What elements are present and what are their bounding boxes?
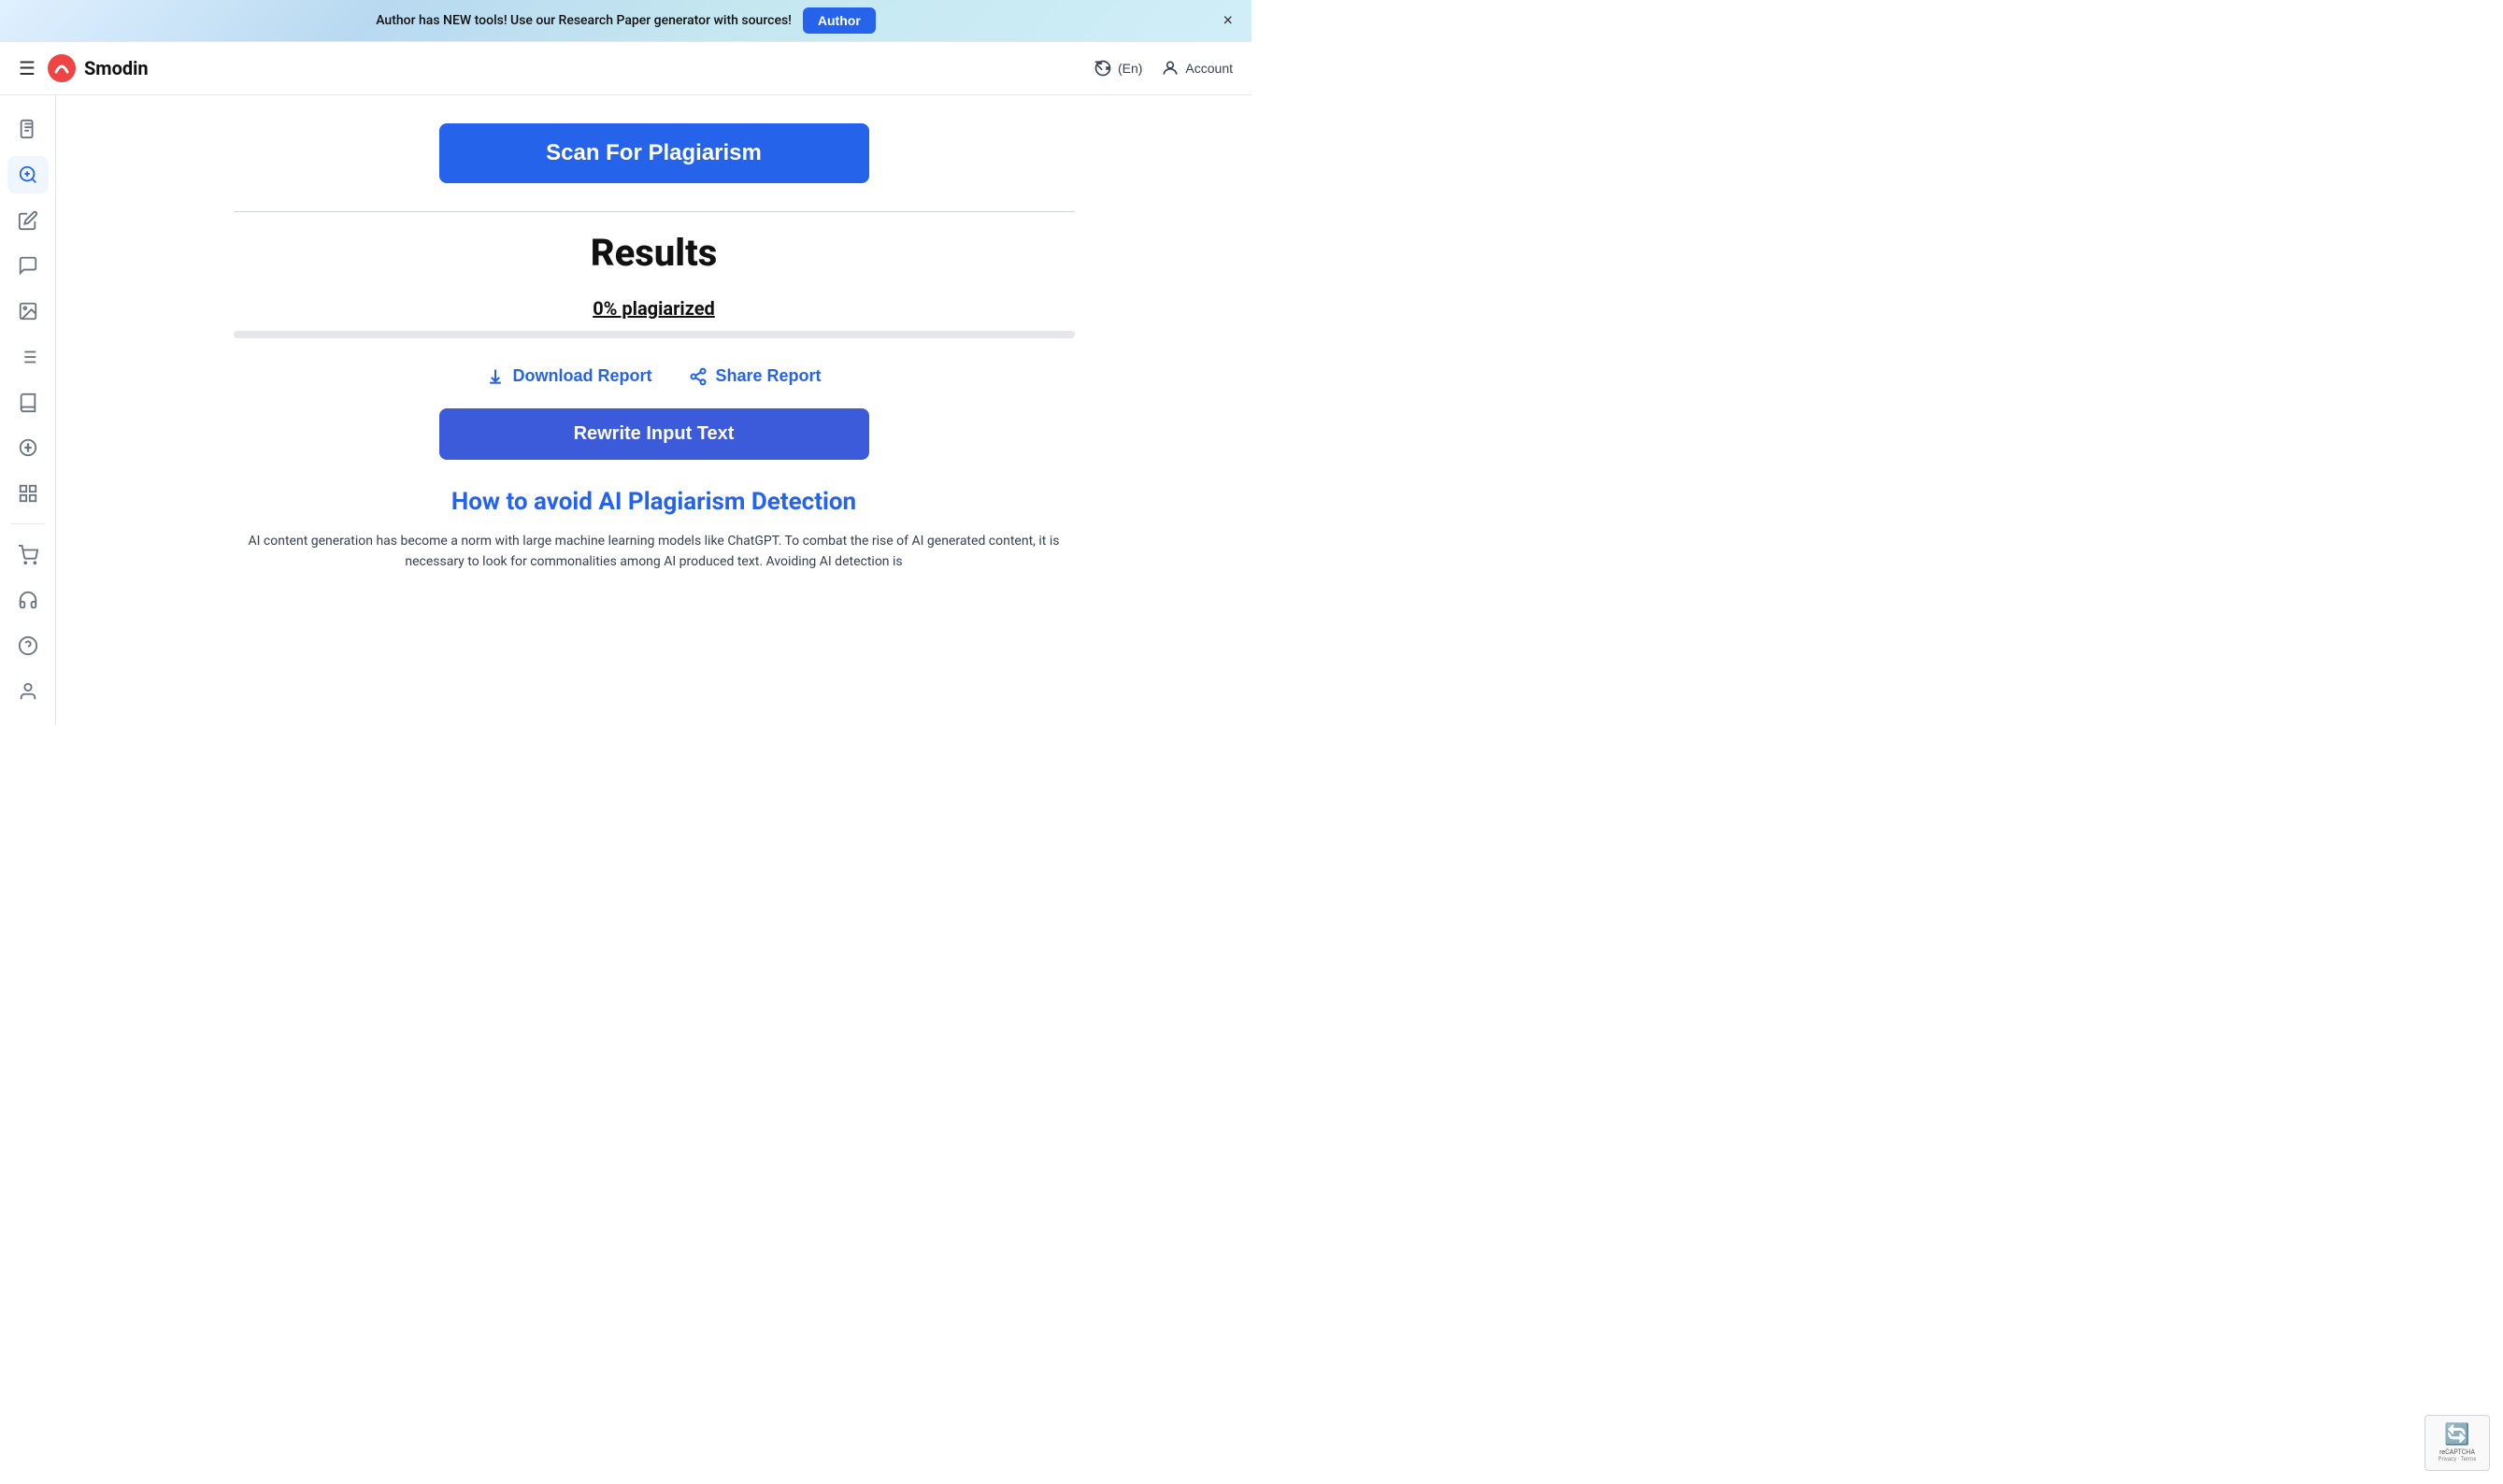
translate-icon <box>1094 59 1112 78</box>
download-report-label: Download Report <box>512 366 651 386</box>
recaptcha-badge: 🔄 reCAPTCHA Privacy · Terms <box>2424 1415 2490 1471</box>
sidebar-item-plagiarism[interactable] <box>7 156 49 194</box>
announcement-bar: Author has NEW tools! Use our Research P… <box>0 0 1252 42</box>
logo-container: Smodin <box>47 53 149 83</box>
results-title: Results <box>591 231 718 275</box>
account-label: Account <box>1185 61 1233 76</box>
recaptcha-logo: 🔄 <box>2444 1423 2469 1447</box>
share-report-button[interactable]: Share Report <box>689 366 821 386</box>
sidebar-item-help[interactable] <box>7 627 49 665</box>
recaptcha-label: reCAPTCHA <box>2439 1448 2475 1456</box>
sidebar-item-library[interactable] <box>7 383 49 421</box>
language-button[interactable]: (En) <box>1094 59 1142 78</box>
smodin-logo-icon <box>47 53 77 83</box>
logo-text: Smodin <box>84 57 149 79</box>
download-report-button[interactable]: Download Report <box>486 366 651 386</box>
download-icon <box>486 367 505 386</box>
close-announcement-button[interactable]: × <box>1223 11 1233 31</box>
account-icon <box>1161 59 1180 78</box>
header-left: ☰ Smodin <box>19 53 149 83</box>
hamburger-menu-button[interactable]: ☰ <box>19 57 36 80</box>
sidebar-item-chat[interactable] <box>7 247 49 285</box>
sidebar-item-text[interactable] <box>7 429 49 467</box>
recaptcha-links: Privacy · Terms <box>2439 1456 2477 1463</box>
sidebar-item-edit[interactable] <box>7 201 49 239</box>
account-button[interactable]: Account <box>1161 59 1233 78</box>
results-divider <box>234 211 1075 212</box>
share-icon <box>689 367 708 386</box>
plagiarism-score: 0% plagiarized <box>593 297 715 320</box>
action-row: Download Report Share Report <box>486 366 821 386</box>
main-content: Scan For Plagiarism Results 0% plagiariz… <box>56 95 1252 725</box>
avoid-text: AI content generation has become a norm … <box>234 531 1075 573</box>
sidebar-divider <box>11 523 45 524</box>
header: ☰ Smodin (En) Account <box>0 42 1252 95</box>
share-report-label: Share Report <box>715 366 821 386</box>
layout: Scan For Plagiarism Results 0% plagiariz… <box>0 95 1252 725</box>
header-right: (En) Account <box>1094 59 1233 78</box>
progress-bar-container <box>234 331 1075 338</box>
sidebar-item-cart[interactable] <box>7 535 49 574</box>
avoid-title: How to avoid AI Plagiarism Detection <box>451 488 856 516</box>
announcement-text: Author has NEW tools! Use our Research P… <box>376 13 792 28</box>
sidebar <box>0 95 56 725</box>
scan-plagiarism-button[interactable]: Scan For Plagiarism <box>439 123 869 183</box>
sidebar-item-document[interactable] <box>7 110 49 149</box>
sidebar-item-apps[interactable] <box>7 475 49 513</box>
rewrite-button[interactable]: Rewrite Input Text <box>439 408 869 460</box>
author-button[interactable]: Author <box>803 7 876 34</box>
sidebar-item-profile[interactable] <box>7 672 49 710</box>
sidebar-item-image[interactable] <box>7 293 49 331</box>
sidebar-item-list[interactable] <box>7 338 49 377</box>
sidebar-item-support[interactable] <box>7 581 49 620</box>
language-label: (En) <box>1118 61 1142 76</box>
